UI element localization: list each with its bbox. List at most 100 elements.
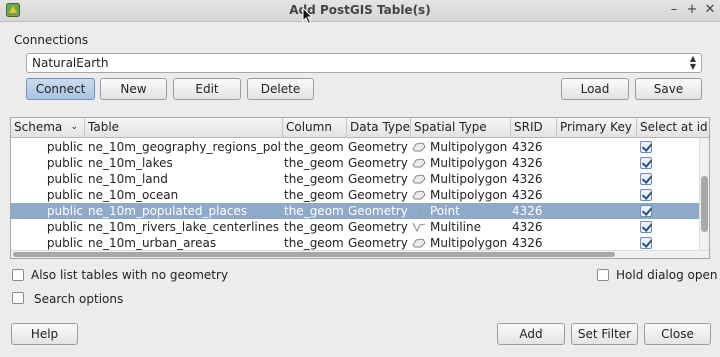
select-at-id-checkbox[interactable] — [640, 173, 652, 185]
connections-select[interactable]: NaturalEarth ▲ ▼ — [26, 53, 702, 73]
spatial-type-label: Multipolygon — [430, 172, 508, 186]
select-at-id-checkbox[interactable] — [640, 221, 652, 233]
cell-data-type: Geometry — [348, 188, 408, 202]
polygon-icon — [412, 142, 426, 152]
cell-column: the_geom — [284, 204, 344, 218]
cell-primary-key — [558, 203, 636, 219]
cell-column: the_geom — [284, 188, 344, 202]
cell-column: the_geom — [284, 140, 344, 154]
cell-primary-key — [558, 171, 636, 187]
delete-button[interactable]: Delete — [247, 78, 314, 100]
select-at-id-checkbox[interactable] — [640, 141, 652, 153]
column-header-column[interactable]: Column — [283, 118, 347, 138]
tables-view[interactable]: Schema ⌄ Table Column Data Type Spatial T… — [10, 117, 710, 259]
cell-data-type: Geometry — [348, 236, 408, 250]
cell-spatial-type: Point — [412, 203, 510, 219]
hold-dialog-checkbox[interactable] — [597, 269, 609, 281]
set-filter-button[interactable]: Set Filter — [571, 323, 638, 345]
table-row[interactable]: public ne_10m_rivers_lake_centerlines the_… — [11, 219, 709, 235]
list-no-geometry-label: Also list tables with no geometry — [31, 268, 229, 282]
cell-data-type: Geometry — [348, 204, 408, 218]
cell-select-at-id — [638, 187, 698, 203]
point-icon — [417, 209, 421, 213]
cell-schema: public — [46, 156, 83, 170]
column-header-primary-key[interactable]: Primary Key — [557, 118, 637, 138]
close-button[interactable]: Close — [644, 323, 711, 345]
vertical-scrollbar[interactable] — [699, 138, 709, 252]
save-button[interactable]: Save — [635, 78, 702, 100]
cell-spatial-type: Multipolygon — [412, 139, 510, 155]
table-row[interactable]: public ne_10m_ocean the_geom Geometry Multip… — [11, 187, 709, 203]
line-icon — [412, 222, 426, 232]
select-at-id-checkbox[interactable] — [640, 157, 652, 169]
table-row[interactable]: public ne_10m_urban_areas the_geom Geometry… — [11, 235, 709, 251]
cell-table-name: ne_10m_urban_areas — [88, 236, 217, 250]
cell-srid: 4326 — [512, 236, 543, 250]
connections-selected-value: NaturalEarth — [32, 56, 109, 70]
column-header-table[interactable]: Table — [85, 118, 283, 138]
sort-chevron-icon: ⌄ — [70, 122, 78, 132]
load-button[interactable]: Load — [561, 78, 629, 100]
cell-column: the_geom — [284, 172, 344, 186]
select-at-id-checkbox[interactable] — [640, 205, 652, 217]
cell-select-at-id — [638, 219, 698, 235]
column-header-srid[interactable]: SRID — [511, 118, 557, 138]
cell-spatial-type: Multipolygon — [412, 171, 510, 187]
polygon-icon — [412, 238, 426, 248]
cell-primary-key — [558, 235, 636, 251]
minimize-button[interactable]: – — [666, 2, 682, 18]
cell-srid: 4326 — [512, 204, 543, 218]
table-row[interactable]: public ne_10m_lakes the_geom Geometry Multip… — [11, 155, 709, 171]
table-body: public ne_10m_geography_regions_polys the_… — [11, 138, 709, 252]
cell-schema: public — [46, 140, 83, 154]
mouse-cursor-icon — [302, 7, 314, 25]
edit-button[interactable]: Edit — [173, 78, 241, 100]
cell-data-type: Geometry — [348, 156, 408, 170]
cell-select-at-id — [638, 171, 698, 187]
cell-primary-key — [558, 187, 636, 203]
updown-arrows-icon: ▲ ▼ — [689, 54, 696, 71]
cell-table-name: ne_10m_rivers_lake_centerlines — [88, 220, 279, 234]
spatial-type-label: Point — [430, 204, 460, 218]
new-button[interactable]: New — [100, 78, 167, 100]
connections-label: Connections — [14, 33, 89, 47]
add-button[interactable]: Add — [497, 323, 565, 345]
table-row[interactable]: public ne_10m_land the_geom Geometry Multipo… — [11, 171, 709, 187]
cell-column: the_geom — [284, 156, 344, 170]
maximize-button[interactable]: + — [684, 2, 700, 18]
spatial-type-label: Multipolygon — [430, 236, 508, 250]
vertical-scroll-thumb[interactable] — [701, 176, 708, 232]
cell-schema: public — [46, 236, 83, 250]
list-no-geometry-checkbox[interactable] — [12, 269, 24, 281]
horizontal-scroll-thumb[interactable] — [13, 252, 615, 257]
table-header: Schema ⌄ Table Column Data Type Spatial T… — [11, 118, 709, 138]
cell-primary-key — [558, 219, 636, 235]
table-row[interactable]: public ne_10m_populated_places the_geom Geo… — [11, 203, 709, 219]
spatial-type-label: Multiline — [430, 220, 481, 234]
cell-schema: public — [46, 188, 83, 202]
cell-select-at-id — [638, 139, 698, 155]
cell-column: the_geom — [284, 220, 344, 234]
cell-table-name: ne_10m_geography_regions_polys — [88, 140, 282, 154]
column-header-spatial-type[interactable]: Spatial Type — [411, 118, 511, 138]
hold-dialog-label: Hold dialog open — [616, 268, 718, 282]
polygon-icon — [412, 158, 426, 168]
help-button[interactable]: Help — [11, 323, 78, 345]
column-header-schema[interactable]: Schema ⌄ — [11, 118, 85, 138]
column-header-data-type[interactable]: Data Type — [347, 118, 411, 138]
cell-data-type: Geometry — [348, 172, 408, 186]
cell-spatial-type: Multipolygon — [412, 187, 510, 203]
horizontal-scrollbar[interactable] — [11, 250, 709, 258]
cell-primary-key — [558, 155, 636, 171]
close-window-button[interactable]: ✕ — [702, 2, 718, 18]
select-at-id-checkbox[interactable] — [640, 237, 652, 249]
search-options-checkbox[interactable] — [12, 292, 24, 304]
column-header-select-at-id[interactable]: Select at id — [637, 118, 709, 138]
select-at-id-checkbox[interactable] — [640, 189, 652, 201]
connect-button[interactable]: Connect — [26, 78, 95, 100]
cell-primary-key — [558, 139, 636, 155]
cell-srid: 4326 — [512, 140, 543, 154]
table-row[interactable]: public ne_10m_geography_regions_polys the_… — [11, 139, 709, 155]
spatial-type-label: Multipolygon — [430, 140, 508, 154]
cell-srid: 4326 — [512, 172, 543, 186]
